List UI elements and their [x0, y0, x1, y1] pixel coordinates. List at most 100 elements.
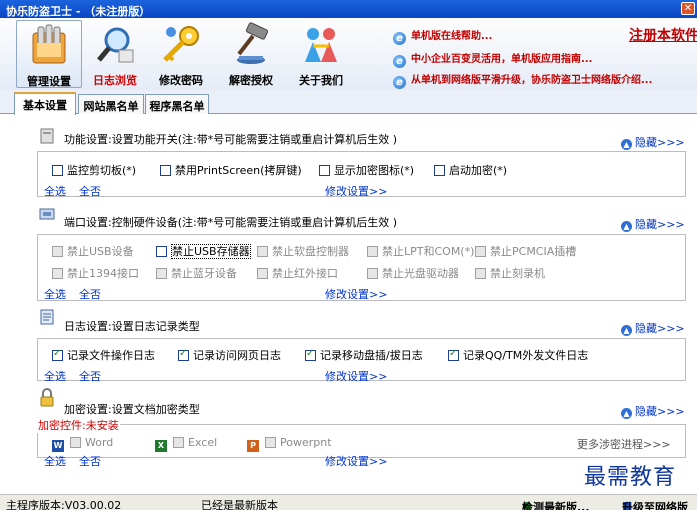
select-all-link[interactable]: 全选	[44, 453, 66, 469]
toolbar-label: 日志浏览	[93, 74, 137, 87]
option-log-removable-disk[interactable]: 记录移动盘插/拔日志	[305, 347, 423, 363]
option-show-encrypt-icon[interactable]: 显示加密图标(*)	[319, 162, 414, 178]
close-icon[interactable]: ✕	[681, 2, 695, 15]
update-state-text: 已经是最新版本	[201, 499, 278, 510]
ie-icon: e	[393, 55, 406, 68]
checkbox[interactable]	[52, 268, 63, 279]
chevron-up-icon: ▲	[621, 408, 632, 419]
option-log-qq-tm-files[interactable]: 记录QQ/TM外发文件日志	[448, 347, 588, 363]
checkbox[interactable]	[475, 246, 486, 257]
toolbar-label: 关于我们	[299, 74, 343, 87]
option-disable-1394[interactable]: 禁止1394接口	[52, 265, 139, 281]
version-text: 主程序版本:V03.00.02	[6, 499, 122, 510]
encrypt-settings-title: 加密设置:设置文档加密类型	[64, 403, 200, 416]
option-log-file-ops[interactable]: 记录文件操作日志	[52, 347, 155, 363]
toolbar-label: 管理设置	[27, 75, 71, 88]
toolbar-decrypt-authorize[interactable]: 解密授权	[218, 20, 284, 88]
checkbox[interactable]	[257, 246, 268, 257]
checkbox[interactable]	[257, 268, 268, 279]
checkbox[interactable]	[52, 246, 63, 257]
select-none-link[interactable]: 全否	[79, 453, 101, 469]
function-settings-hide[interactable]: ▲ 隐藏>>>	[621, 134, 685, 150]
modify-settings-link[interactable]: 修改设置>>	[325, 368, 387, 384]
option-start-encrypt[interactable]: 启动加密(*)	[434, 162, 507, 178]
option-disable-printscreen[interactable]: 禁用PrintScreen(拷屏键)	[160, 162, 302, 178]
link-network-version-intro[interactable]: e 从单机到网络版平滑升级，协乐防盗卫士网络版介绍...	[393, 71, 697, 89]
select-none-link[interactable]: 全否	[79, 286, 101, 302]
checkbox[interactable]	[305, 348, 316, 361]
tab-program-blacklist[interactable]: 程序黑名单	[145, 94, 209, 114]
chevron-up-icon: ▲	[621, 221, 632, 232]
checkbox[interactable]	[160, 165, 171, 176]
option-disable-infrared[interactable]: 禁止红外接口	[257, 265, 338, 281]
option-disable-usb-device[interactable]: 禁止USB设备	[52, 243, 134, 259]
option-disable-lpt-com[interactable]: 禁止LPT和COM(*)	[367, 243, 474, 259]
checkbox[interactable]	[265, 437, 276, 448]
magnifier-icon	[93, 22, 137, 66]
option-disable-usb-storage[interactable]: 禁止USB存储器	[156, 243, 251, 259]
encrypt-control-status: 加密控件:未安装	[37, 417, 120, 433]
select-all-link[interactable]: 全选	[44, 183, 66, 199]
modify-settings-link[interactable]: 修改设置>>	[325, 286, 387, 302]
register-link[interactable]: 注册本软件	[629, 25, 697, 45]
select-none-link[interactable]: 全否	[79, 368, 101, 384]
checkbox[interactable]	[367, 268, 378, 279]
option-encrypt-word[interactable]: W Word	[52, 436, 113, 452]
checkbox[interactable]	[475, 268, 486, 279]
checkbox[interactable]	[319, 165, 330, 176]
ie-icon: e	[393, 76, 406, 89]
powerpoint-icon: P	[247, 440, 259, 452]
checkbox[interactable]	[178, 348, 189, 361]
select-none-link[interactable]: 全否	[79, 183, 101, 199]
toolbar-label: 修改密码	[159, 74, 203, 87]
toolbar-manage-settings[interactable]: 管理设置	[16, 20, 82, 88]
option-monitor-clipboard[interactable]: 监控剪切板(*)	[52, 162, 136, 178]
toolbar: 管理设置 日志浏览 修改密码 解密授权 关于我们 e 单机版在线帮助... e …	[0, 18, 697, 90]
modify-settings-link[interactable]: 修改设置>>	[325, 453, 387, 469]
tab-website-blacklist[interactable]: 网站黑名单	[78, 94, 144, 114]
people-icon	[299, 22, 343, 66]
chevron-up-icon: ▲	[621, 325, 632, 336]
folder-icon	[27, 23, 71, 67]
function-settings-title: 功能设置:设置功能开关(注:带*号可能需要注销或重启计算机后生效 )	[64, 133, 397, 146]
link-application-guide[interactable]: e 中小企业百变灵活用，单机版应用指南...	[393, 50, 697, 68]
hardware-icon	[38, 205, 56, 223]
log-settings-hide[interactable]: ▲ 隐藏>>>	[621, 320, 685, 336]
select-all-link[interactable]: 全选	[44, 286, 66, 302]
more-secret-processes-link[interactable]: 更多涉密进程>>>	[577, 436, 671, 452]
log-settings-title: 日志设置:设置日志记录类型	[64, 320, 200, 333]
toolbar-change-password[interactable]: 修改密码	[148, 20, 214, 88]
watermark-text: 最需教育	[584, 465, 677, 490]
checkbox[interactable]	[156, 246, 167, 257]
option-disable-cdrom[interactable]: 禁止光盘驱动器	[367, 265, 459, 281]
port-settings-hide[interactable]: ▲ 隐藏>>>	[621, 216, 685, 232]
main-panel: 功能设置:设置功能开关(注:带*号可能需要注销或重启计算机后生效 ) ▲ 隐藏>>…	[8, 115, 693, 493]
toolbar-label: 解密授权	[229, 74, 273, 87]
port-settings-title: 端口设置:控制硬件设备(注:带*号可能需要注销或重启计算机后生效 )	[64, 216, 397, 229]
option-encrypt-excel[interactable]: X Excel	[155, 436, 217, 452]
tab-basic-settings[interactable]: 基本设置	[14, 92, 76, 115]
option-disable-pcmcia[interactable]: 禁止PCMCIA插槽	[475, 243, 576, 259]
checkbox[interactable]	[434, 165, 445, 176]
tab-bar: 基本设置 网站黑名单 程序黑名单	[0, 90, 697, 115]
toolbar-about-us[interactable]: 关于我们	[288, 20, 354, 88]
log-icon	[38, 308, 56, 326]
settings-page-icon	[38, 127, 56, 145]
title-bar: 协乐防盗卫士 - （未注册版） ✕	[0, 0, 697, 18]
option-disable-bluetooth[interactable]: 禁止蓝牙设备	[156, 265, 237, 281]
option-log-web-visits[interactable]: 记录访问网页日志	[178, 347, 281, 363]
toolbar-log-browse[interactable]: 日志浏览	[82, 20, 148, 88]
checkbox[interactable]	[156, 268, 167, 279]
option-disable-burner[interactable]: 禁止刻录机	[475, 265, 545, 281]
checkbox[interactable]	[52, 165, 63, 176]
checkbox[interactable]	[367, 246, 378, 257]
option-disable-floppy[interactable]: 禁止软盘控制器	[257, 243, 349, 259]
select-all-link[interactable]: 全选	[44, 368, 66, 384]
checkbox[interactable]	[173, 437, 184, 448]
checkbox[interactable]	[70, 437, 81, 448]
encrypt-settings-hide[interactable]: ▲ 隐藏>>>	[621, 403, 685, 419]
checkbox[interactable]	[448, 348, 459, 361]
checkbox[interactable]	[52, 348, 63, 361]
option-encrypt-powerpoint[interactable]: P Powerpnt	[247, 436, 332, 452]
modify-settings-link[interactable]: 修改设置>>	[325, 183, 387, 199]
